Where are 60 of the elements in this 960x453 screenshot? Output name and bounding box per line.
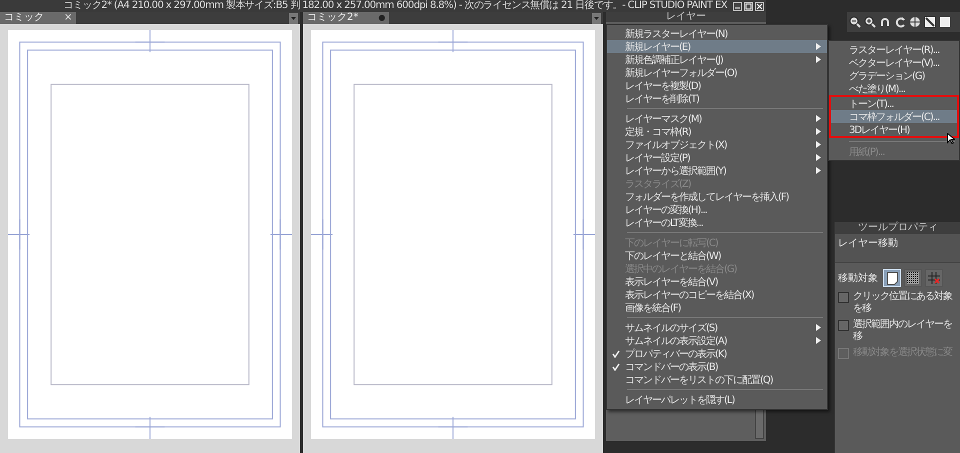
tab-close-button[interactable]: ● bbox=[378, 12, 386, 24]
menu-item[interactable]: 新規レイヤーフォルダー(O) bbox=[607, 66, 827, 79]
zoom-out-icon[interactable] bbox=[849, 16, 861, 28]
rotate-right-icon[interactable] bbox=[894, 16, 906, 28]
dotted-square-icon bbox=[907, 272, 919, 284]
dropdown-icon[interactable] bbox=[289, 12, 298, 24]
menu-item[interactable]: レイヤーマスク(M) bbox=[607, 112, 827, 125]
menu-item[interactable]: 新規レイヤー(E) bbox=[607, 40, 827, 53]
menu-item[interactable]: ベクターレイヤー(V)... bbox=[829, 56, 959, 69]
canvas-tab[interactable]: コミック × bbox=[0, 12, 76, 24]
move-target-button[interactable] bbox=[925, 269, 943, 287]
checkbox[interactable] bbox=[838, 320, 849, 331]
menu-item[interactable]: フォルダーを作成してレイヤーを挿入(F) bbox=[607, 190, 827, 203]
dropdown-icon[interactable] bbox=[592, 12, 601, 24]
square-icon[interactable] bbox=[939, 16, 951, 28]
menu-item[interactable]: レイヤーの変換(H)... bbox=[607, 203, 827, 216]
menu-item[interactable]: コマンドバーをリストの下に配置(Q) bbox=[607, 373, 827, 386]
maximize-icon[interactable] bbox=[744, 2, 753, 10]
menu-item[interactable]: レイヤーのLT変換... bbox=[607, 216, 827, 229]
menu-item[interactable]: レイヤーを削除(T) bbox=[607, 92, 827, 105]
checkbox-label: 選択範囲内のレイヤーを移 bbox=[853, 319, 953, 343]
menu-item[interactable]: べた塗り(M)... bbox=[829, 82, 959, 95]
menu-item[interactable]: サムネイルの表示設定(A) bbox=[607, 334, 827, 347]
checkbox[interactable] bbox=[838, 292, 849, 303]
menu-item[interactable]: レイヤー設定(P) bbox=[607, 151, 827, 164]
palette-title: レイヤー bbox=[666, 12, 706, 22]
menu-item[interactable]: レイヤーを複製(D) bbox=[607, 79, 827, 92]
flip-icon[interactable] bbox=[924, 16, 936, 28]
menu-item[interactable]: 3Dレイヤー(H) bbox=[829, 123, 959, 138]
menu-item[interactable]: 表示レイヤーのコピーを結合(X) bbox=[607, 288, 827, 301]
page-icon bbox=[886, 272, 898, 284]
menu-item[interactable]: 画像を統合(F) bbox=[607, 301, 827, 314]
menu-item[interactable]: 表示レイヤーを結合(V) bbox=[607, 275, 827, 288]
tab-close-button[interactable]: × bbox=[64, 12, 72, 24]
menu-item[interactable]: レイヤーパレットを隠す(L) bbox=[607, 393, 827, 406]
menu-item[interactable]: 下のレイヤーと結合(W) bbox=[607, 249, 827, 262]
menu-item[interactable]: コマンドバーの表示(B) bbox=[607, 360, 827, 373]
menu-item[interactable]: ファイルオブジェクト(X) bbox=[607, 138, 827, 151]
menu-item[interactable]: グラデーション(G) bbox=[829, 69, 959, 82]
window-title: コミック2* (A4 210.00 x 297.00mm 製本サイズ:B5 判 182.00 x 257.00mm 600dpi 8.8%) - 次のライセンス無償は 21 日後です。- CLIP STUDIO PAINT EX bbox=[64, 0, 727, 12]
rotate-left-icon[interactable] bbox=[879, 16, 891, 28]
checkbox-label: クリック位置にある対象を移 bbox=[853, 291, 954, 315]
menu-item[interactable]: サムネイルのサイズ(S) bbox=[607, 321, 827, 334]
panel-title: ツールプロパティ bbox=[858, 222, 938, 234]
menu-item[interactable]: レイヤーから選択範囲(Y) bbox=[607, 164, 827, 177]
canvas-tab[interactable]: コミック2* ● bbox=[303, 12, 390, 24]
close-icon[interactable] bbox=[755, 2, 764, 10]
reset-icon[interactable] bbox=[909, 16, 921, 28]
menu-item[interactable]: 新規ラスターレイヤー(N) bbox=[607, 27, 827, 40]
field-label: 移動対象 bbox=[838, 272, 878, 285]
menu-item[interactable]: 定規・コマ枠(R) bbox=[607, 125, 827, 138]
zoom-in-icon[interactable] bbox=[864, 16, 876, 28]
menu-item[interactable]: コマ枠フォルダー(C)... bbox=[829, 110, 959, 123]
menu-item[interactable]: ラスターレイヤー(R)... bbox=[829, 43, 959, 56]
menu-item[interactable]: プロパティバーの表示(K) bbox=[607, 347, 827, 360]
minimize-icon[interactable] bbox=[733, 2, 742, 10]
move-target-button[interactable] bbox=[904, 269, 922, 287]
menu-item[interactable]: 新規色調補正レイヤー(J) bbox=[607, 53, 827, 66]
mouse-cursor-icon bbox=[947, 133, 955, 144]
grid-icon bbox=[928, 272, 940, 284]
